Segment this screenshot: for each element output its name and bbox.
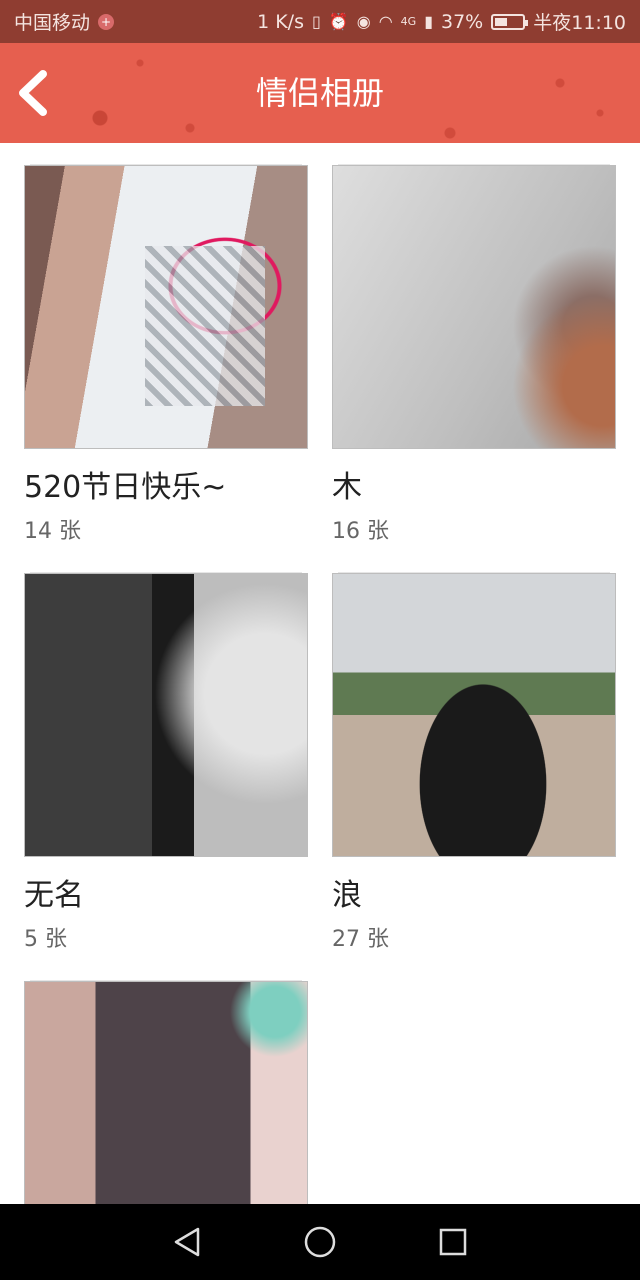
- album-stack-decoration: [332, 559, 616, 576]
- eye-icon: ◉: [356, 12, 371, 31]
- clock-time: 半夜11:10: [533, 12, 626, 34]
- nav-home-button[interactable]: [290, 1212, 350, 1272]
- album-cover[interactable]: [332, 165, 616, 449]
- album-card[interactable]: 520节日快乐~ 14 张: [24, 151, 308, 545]
- signal-icon: ▮: [424, 12, 433, 31]
- chevron-left-icon: [19, 70, 47, 116]
- battery-icon: [491, 13, 529, 30]
- square-recent-icon: [440, 1228, 467, 1256]
- album-cover[interactable]: [24, 165, 308, 449]
- vibrate-icon: ▯: [311, 12, 321, 31]
- title-bar: 情侣相册: [0, 43, 640, 143]
- status-right: 1 K/s ▯ ⏰ ◉ ◠ 4G ▮ 37% 半夜11:10: [257, 8, 626, 35]
- wifi-icon: ◠: [378, 12, 393, 31]
- network-speed: 1 K/s: [257, 10, 304, 33]
- album-card[interactable]: 浪 27 张: [332, 559, 616, 953]
- album-count: 5 张: [24, 927, 67, 952]
- triangle-back-icon: [174, 1227, 199, 1257]
- battery-percent: 37%: [441, 10, 484, 33]
- album-stack-decoration: [24, 151, 308, 168]
- album-cover[interactable]: [24, 573, 308, 857]
- nav-recent-button[interactable]: [423, 1212, 483, 1272]
- nav-back-button[interactable]: [157, 1212, 217, 1272]
- album-name: 520节日快乐~: [24, 470, 227, 505]
- album-name: 无名: [24, 878, 84, 913]
- album-card[interactable]: 无名 5 张: [24, 559, 308, 953]
- album-name: 浪: [332, 878, 362, 913]
- back-button[interactable]: [12, 68, 52, 118]
- network-type: 4G: [400, 15, 417, 28]
- album-stack-decoration: [24, 967, 308, 984]
- album-stack-decoration: [24, 559, 308, 576]
- carrier-label: 中国移动: [14, 12, 91, 34]
- status-bar: 中国移动 + 1 K/s ▯ ⏰ ◉ ◠ 4G ▮ 37% 半夜11:10: [0, 0, 640, 43]
- album-count: 16 张: [332, 519, 389, 544]
- carrier-badge: +: [98, 13, 115, 30]
- album-cover[interactable]: [332, 573, 616, 857]
- alarm-icon: ⏰: [328, 12, 349, 31]
- album-count: 14 张: [24, 519, 81, 544]
- album-card[interactable]: 木 16 张: [332, 151, 616, 545]
- album-name: 木: [332, 470, 362, 505]
- page-title: 情侣相册: [255, 74, 384, 112]
- album-stack-decoration: [332, 151, 616, 168]
- status-left: 中国移动 +: [14, 8, 115, 35]
- album-count: 27 张: [332, 927, 389, 952]
- system-nav-bar: [0, 1204, 640, 1280]
- circle-home-icon: [304, 1226, 336, 1258]
